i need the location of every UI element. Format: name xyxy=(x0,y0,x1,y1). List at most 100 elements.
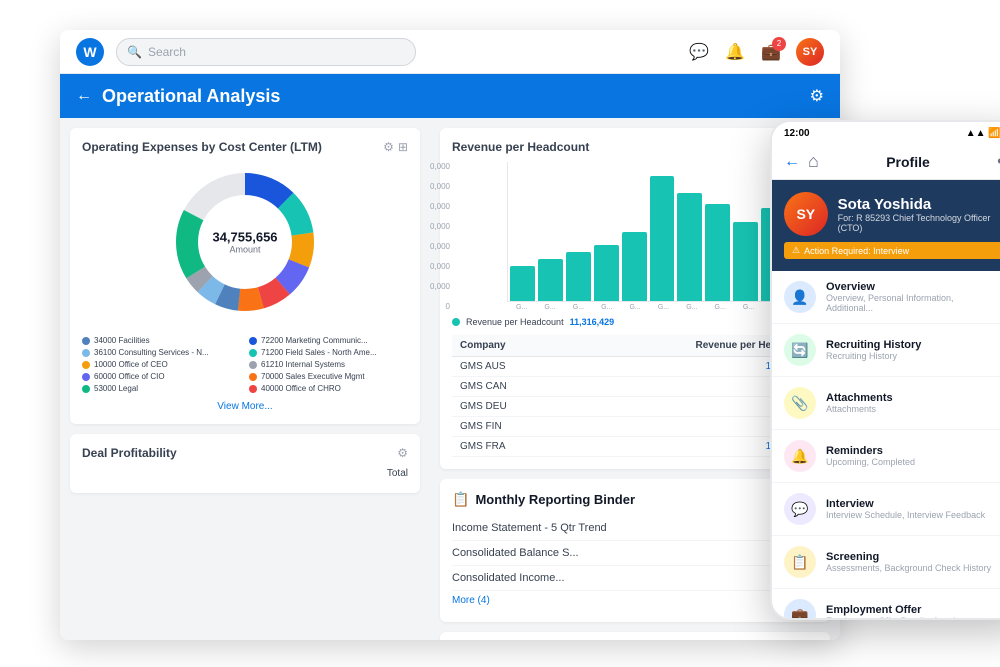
workday-logo: W xyxy=(76,38,104,66)
donut-value: 34,755,656 xyxy=(212,230,277,245)
expand-icon[interactable]: ⊞ xyxy=(398,140,408,154)
outer-wrapper: W 🔍 Search 💬 🔔 💼 2 SY ← Operational Anal… xyxy=(0,0,1000,667)
legend-item: 60000 Office of CIO xyxy=(82,372,241,381)
legend-item: 36100 Consulting Services - N... xyxy=(82,348,241,357)
table-row: GMS FIN 0 xyxy=(452,417,818,437)
deal-settings-icon[interactable]: ⚙ xyxy=(397,446,408,460)
deal-column-label: Total xyxy=(82,468,408,481)
legend-item: 61210 Internal Systems xyxy=(249,360,408,369)
page-title: Operational Analysis xyxy=(102,86,280,107)
legend-item: 40000 Office of CHRO xyxy=(249,384,408,393)
mobile-status-bar: 12:00 ▲▲ 📶 🔋 xyxy=(772,122,1000,144)
chat-icon[interactable]: 💬 xyxy=(688,41,710,63)
mobile-avatar: SY xyxy=(784,192,828,236)
donut-chart: 34,755,656 Amount xyxy=(165,162,325,322)
binder-icon: 📋 xyxy=(452,491,469,508)
legend-dot xyxy=(249,385,257,393)
menu-item-sub: Upcoming, Completed xyxy=(826,457,1000,467)
menu-item-text: Reminders Upcoming, Completed xyxy=(826,445,1000,467)
nav-icons: 💬 🔔 💼 2 SY xyxy=(688,38,824,66)
bar xyxy=(705,204,730,301)
deal-chart-icons: ⚙ xyxy=(397,446,408,460)
revenue-header: Revenue per Headcount ⚙ ⊞ xyxy=(452,140,818,154)
list-item[interactable]: Income Statement - 5 Qtr Trend › xyxy=(452,516,818,541)
mobile-menu-screening[interactable]: 📋 Screening Assessments, Background Chec… xyxy=(772,536,1000,589)
chart-legend: 34000 Facilities 72200 Marketing Communi… xyxy=(82,336,408,393)
menu-item-title: Screening xyxy=(826,551,1000,563)
donut-chart-container: 34,755,656 Amount xyxy=(82,162,408,330)
operating-expenses-header: Operating Expenses by Cost Center (LTM) … xyxy=(82,140,408,154)
avatar[interactable]: SY xyxy=(796,38,824,66)
bar xyxy=(510,266,535,301)
monthly-binder-header: 📋 Monthly Reporting Binder xyxy=(452,491,818,508)
mobile-menu-recruiting[interactable]: 🔄 Recruiting History Recruiting History … xyxy=(772,324,1000,377)
operating-expenses-card: Operating Expenses by Cost Center (LTM) … xyxy=(70,128,420,424)
more-link[interactable]: More (4) xyxy=(452,591,818,610)
legend-dot xyxy=(249,373,257,381)
page-header: ← Operational Analysis ⚙ xyxy=(60,74,840,118)
attachments-icon: 📎 xyxy=(784,387,816,419)
mobile-role: For: R 85293 Chief Technology Officer (C… xyxy=(838,213,1000,233)
deal-profitability-title: Deal Profitability xyxy=(82,446,177,460)
chart-action-icons: ⚙ ⊞ xyxy=(383,140,408,154)
mobile-home-icon[interactable]: ⌂ xyxy=(808,151,819,172)
mobile-menu-reminders[interactable]: 🔔 Reminders Upcoming, Completed › xyxy=(772,430,1000,483)
reminders-icon: 🔔 xyxy=(784,440,816,472)
menu-item-title: Overview xyxy=(826,281,1000,293)
menu-item-text: Screening Assessments, Background Check … xyxy=(826,551,1000,573)
notification-icon[interactable]: 🔔 xyxy=(724,41,746,63)
filter-icon[interactable]: ⚙ xyxy=(383,140,394,154)
recruiting-icon: 🔄 xyxy=(784,334,816,366)
employment-offer-icon: 💼 xyxy=(784,599,816,620)
mobile-overlay: 12:00 ▲▲ 📶 🔋 ← ⌂ Profile ••• SY Sota Yos… xyxy=(770,120,1000,620)
settings-icon[interactable]: ⚙ xyxy=(810,86,824,106)
legend-dot xyxy=(82,337,90,345)
operating-expenses-title: Operating Expenses by Cost Center (LTM) xyxy=(82,140,322,154)
legend-item: 71200 Field Sales - North Ame... xyxy=(249,348,408,357)
mobile-menu-employment-offer[interactable]: 💼 Employment Offer Employment Offer Deta… xyxy=(772,589,1000,620)
mobile-menu: 👤 Overview Overview, Personal Informatio… xyxy=(772,271,1000,620)
legend-dot xyxy=(249,349,257,357)
menu-item-sub: Overview, Personal Information, Addition… xyxy=(826,293,1000,313)
browser-window: W 🔍 Search 💬 🔔 💼 2 SY ← Operational Anal… xyxy=(60,30,840,640)
revenue-title: Revenue per Headcount xyxy=(452,140,589,154)
legend-dot xyxy=(82,349,90,357)
alert-icon: ⚠ xyxy=(792,245,800,256)
donut-center: 34,755,656 Amount xyxy=(212,230,277,255)
interview-icon: 💬 xyxy=(784,493,816,525)
briefcase-icon[interactable]: 💼 2 xyxy=(760,41,782,63)
menu-item-title: Recruiting History xyxy=(826,339,1000,351)
search-bar[interactable]: 🔍 Search xyxy=(116,38,416,66)
menu-item-sub: Assessments, Background Check History xyxy=(826,563,1000,573)
content-area: Operating Expenses by Cost Center (LTM) … xyxy=(60,118,840,640)
list-item[interactable]: Consolidated Balance S... › xyxy=(452,541,818,566)
legend-item: 34000 Facilities xyxy=(82,336,241,345)
menu-item-text: Employment Offer Employment Offer Detail… xyxy=(826,604,1000,620)
top-nav: W 🔍 Search 💬 🔔 💼 2 SY xyxy=(60,30,840,74)
revenue-legend: Revenue per Headcount 11,316,429 xyxy=(452,317,818,327)
donut-label: Amount xyxy=(212,245,277,255)
balance-sheet-card: 📋 Balance Sheet AR Aging Analysis › AR b… xyxy=(440,632,830,640)
mobile-menu-overview[interactable]: 👤 Overview Overview, Personal Informatio… xyxy=(772,271,1000,324)
menu-item-sub: Attachments xyxy=(826,404,1000,414)
menu-item-text: Interview Interview Schedule, Interview … xyxy=(826,498,1000,520)
menu-item-title: Attachments xyxy=(826,392,1000,404)
list-item[interactable]: Consolidated Income... › xyxy=(452,566,818,591)
left-panel: Operating Expenses by Cost Center (LTM) … xyxy=(60,118,430,640)
legend-item: 10000 Office of CEO xyxy=(82,360,241,369)
overview-icon: 👤 xyxy=(784,281,816,313)
legend-dot xyxy=(82,361,90,369)
revenue-table: Company Revenue per Headcount GMS AUS 1,… xyxy=(452,335,818,457)
mobile-menu-attachments[interactable]: 📎 Attachments Attachments › xyxy=(772,377,1000,430)
table-row: GMS AUS 1,387,718 xyxy=(452,357,818,377)
back-button[interactable]: ← xyxy=(76,87,92,105)
bar xyxy=(594,245,619,301)
menu-item-text: Attachments Attachments xyxy=(826,392,1000,414)
view-more-link[interactable]: View More... xyxy=(82,401,408,412)
bar xyxy=(538,259,563,301)
legend-dot xyxy=(249,361,257,369)
mobile-menu-interview[interactable]: 💬 Interview Interview Schedule, Intervie… xyxy=(772,483,1000,536)
menu-item-sub: Recruiting History xyxy=(826,351,1000,361)
legend-dot xyxy=(249,337,257,345)
mobile-back-button[interactable]: ← xyxy=(784,153,800,171)
